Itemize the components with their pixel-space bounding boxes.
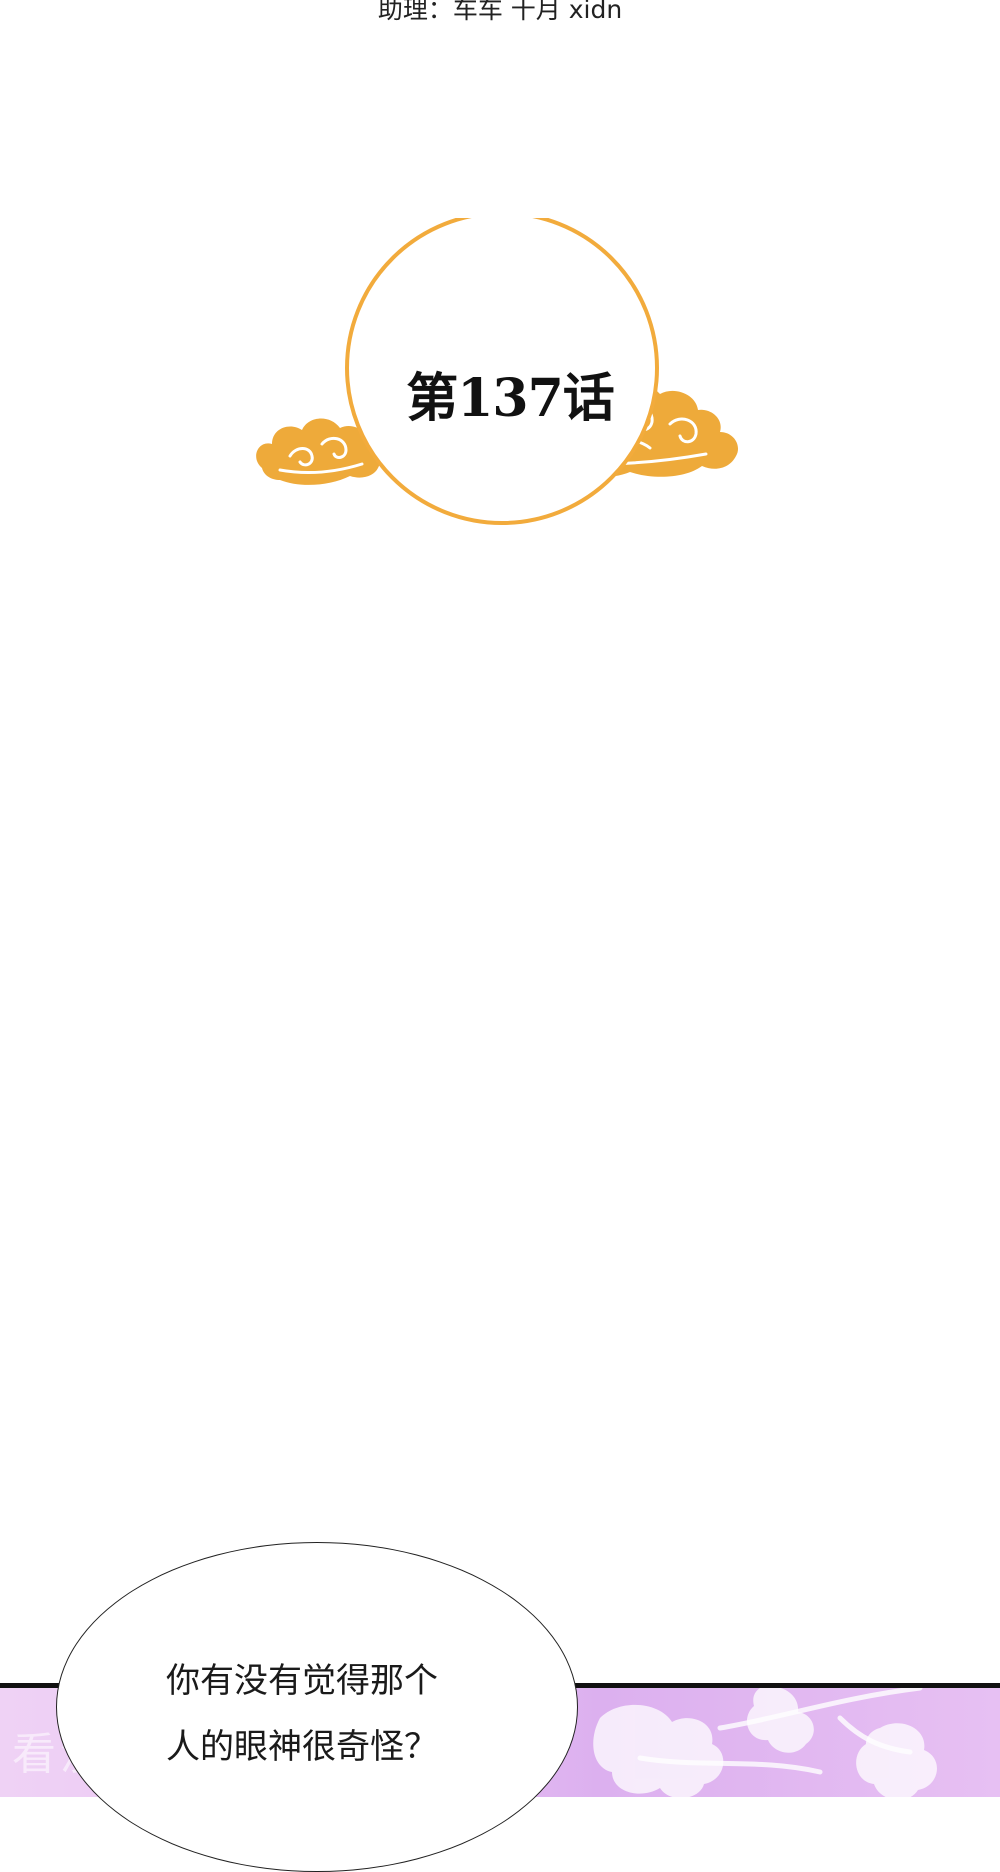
- credits-line: 助理：车车 十月 xidn: [377, 0, 623, 24]
- dialogue-line-1: 你有没有觉得那个: [166, 1661, 438, 1701]
- chapter-title: 第137话: [406, 368, 615, 429]
- speech-bubble-text: 你有没有觉得那个 人的眼神很奇怪？: [166, 1648, 506, 1780]
- chapter-title-badge: 第137话: [250, 218, 790, 548]
- dialogue-line-2: 人的眼神很奇怪？: [166, 1727, 438, 1767]
